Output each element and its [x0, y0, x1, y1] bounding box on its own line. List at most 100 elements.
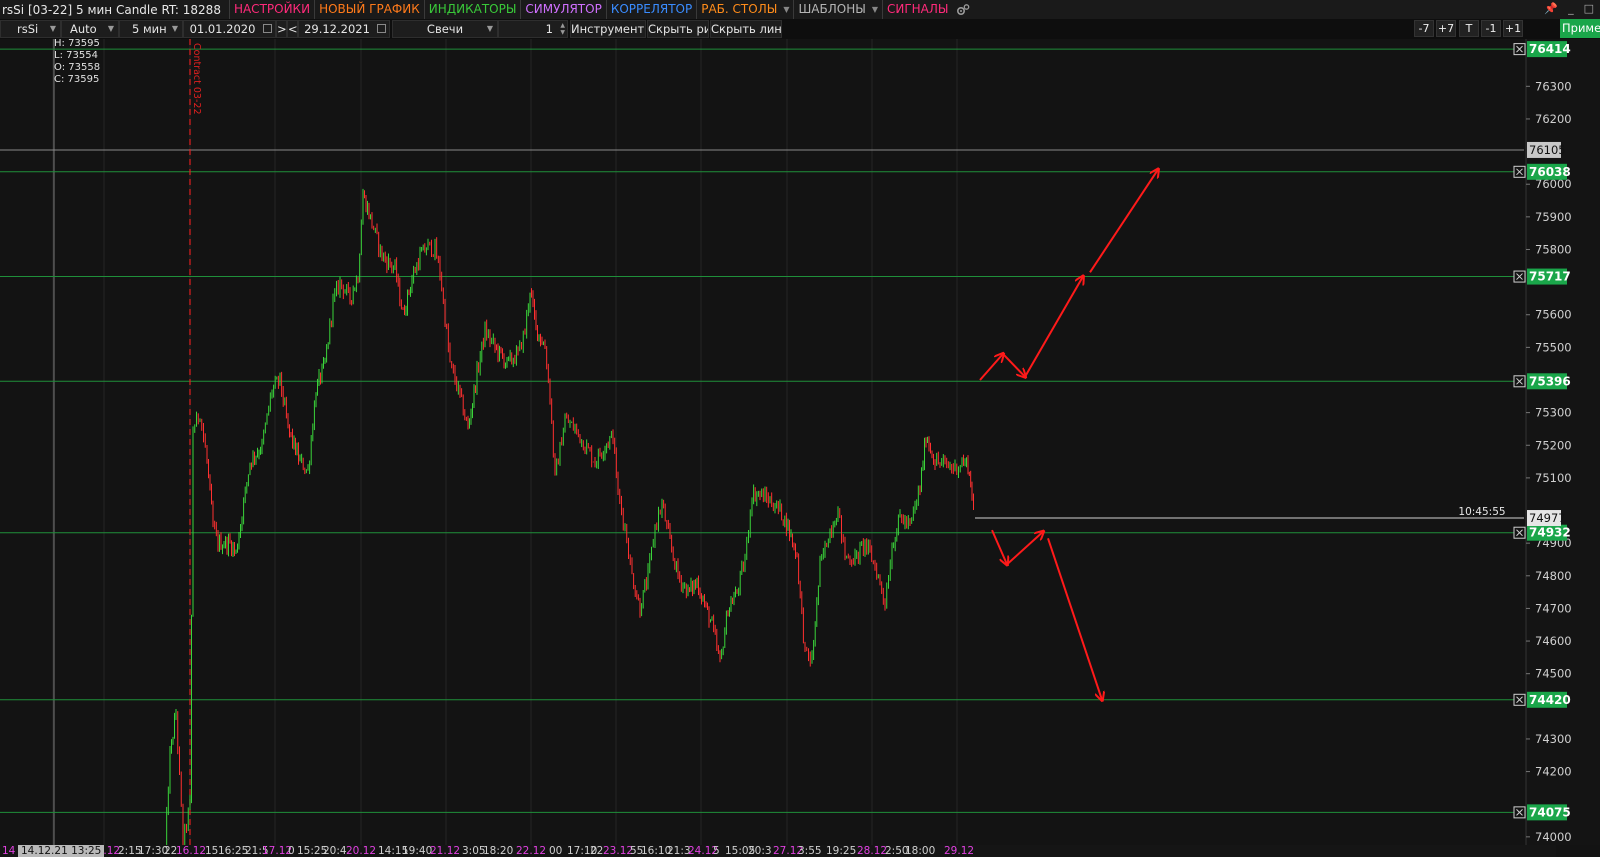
level-label: 75717: [1529, 270, 1571, 284]
time-label: 20:3: [748, 845, 772, 857]
price-tick-label: 74800: [1535, 569, 1572, 583]
time-label: 0: [288, 845, 295, 857]
window-controls: 📌 _ □: [1544, 0, 1594, 17]
time-label: 3:55: [798, 845, 822, 857]
time-label: 19:25: [826, 845, 857, 857]
time-label: 16.12: [176, 845, 207, 857]
plus1-button[interactable]: +1: [1503, 20, 1523, 37]
price-tick-label: 75300: [1535, 406, 1572, 420]
low-value: L: 73554: [54, 50, 98, 61]
symbol-select[interactable]: rsSi ▼: [0, 20, 61, 38]
count-stepper[interactable]: 1 ▲ ▼: [498, 20, 568, 38]
time-label: 21.12: [430, 845, 461, 857]
plus7-button[interactable]: +7: [1436, 20, 1456, 37]
hide-drawings-button[interactable]: Скрыть рис.: [647, 20, 709, 38]
price-tick-label: 75600: [1535, 308, 1572, 322]
price-tick-label: 74000: [1535, 830, 1572, 844]
stepper-arrows-icon[interactable]: ▲ ▼: [560, 22, 565, 36]
minus1-button[interactable]: -1: [1481, 20, 1501, 37]
time-label: 19:40: [402, 845, 433, 857]
close-level-icon: [1513, 375, 1526, 388]
arrow-annotation: [1047, 537, 1102, 700]
last-price-label: 74977: [1529, 511, 1566, 525]
time-label: 29.12: [944, 845, 975, 857]
time-label: 23.12: [603, 845, 634, 857]
pin-icon[interactable]: 📌: [1544, 0, 1558, 17]
arrow-annotation: [979, 354, 1003, 381]
price-tick-label: 75900: [1535, 210, 1572, 224]
apply-button[interactable]: Применить: [1560, 19, 1600, 38]
chevron-down-icon: ▼: [107, 24, 114, 33]
chevron-down-icon: ▼: [49, 24, 56, 33]
gray-level-label: 76105: [1529, 143, 1566, 157]
candles: [166, 188, 974, 845]
price-tick-label: 76200: [1535, 112, 1572, 126]
arrow-annotation: [1006, 532, 1043, 566]
price-tick-label: 75200: [1535, 438, 1572, 452]
app-title: rsSi [03-22] 5 мин Candle RT: 18288: [2, 2, 221, 17]
timeframe-select[interactable]: 5 мин ▼: [119, 20, 183, 38]
level-label: 74075: [1529, 805, 1571, 819]
price-chart[interactable]: 10:45:55Contract 03-22 76300762007600075…: [0, 39, 1600, 845]
price-tick-label: 76300: [1535, 79, 1572, 93]
close-level-icon: [1513, 270, 1526, 283]
chart-type-select[interactable]: Свечи ▼: [392, 20, 498, 38]
arrow-annotation: [1089, 170, 1158, 273]
time-label: 20.12: [346, 845, 377, 857]
calendar-icon[interactable]: [377, 24, 386, 33]
instruments-button[interactable]: Инструменты: [570, 20, 646, 38]
arrow-annotation: [1024, 277, 1083, 378]
chevron-down-icon: ▼: [486, 24, 493, 33]
menu-item[interactable]: ИНДИКАТОРЫ: [423, 0, 521, 19]
menu-item[interactable]: СИМУЛЯТОР: [520, 0, 605, 19]
hide-lines-button[interactable]: Скрыть линии: [710, 20, 782, 38]
time-axis: 14 15.12 2:15 17:30 22 16.12 15 16:25 21:5 17.12 0…: [0, 845, 1556, 857]
date-to-input[interactable]: 29.12.2021: [298, 20, 390, 38]
main-menu: НАСТРОЙКИ НОВЫЙ ГРАФИК ИНДИКАТОРЫ СИМУЛЯТОР…: [228, 0, 953, 19]
chevron-down-icon: ▼: [783, 5, 790, 14]
time-label: 20:4: [323, 845, 347, 857]
level-lines: 10:45:55 Contract 03-22: [0, 39, 1526, 845]
last-price-time: 10:45:55: [1458, 506, 1505, 518]
menu-item[interactable]: КОРРЕЛЯТОР: [605, 0, 696, 19]
price-tick-label: 74300: [1535, 732, 1572, 746]
calendar-icon[interactable]: [263, 24, 272, 33]
t-button[interactable]: T: [1459, 20, 1479, 37]
arrow-annotation: [1002, 353, 1025, 377]
time-label: 14: [2, 845, 16, 857]
chart-grid: [52, 39, 958, 845]
title-bar: rsSi [03-22] 5 мин Candle RT: 18288 НАСТ…: [0, 0, 1600, 19]
minus7-button[interactable]: -7: [1414, 20, 1434, 37]
gears-icon[interactable]: [956, 3, 970, 17]
price-tick-label: 75100: [1535, 471, 1572, 485]
price-axis: 7630076200760007590075800756007550075300…: [1525, 39, 1600, 845]
close-level-icon: [1513, 43, 1526, 56]
menu-item[interactable]: РАБ. СТОЛЫ ▼: [696, 0, 793, 19]
level-label: 76038: [1529, 165, 1571, 179]
maximize-icon[interactable]: □: [1584, 0, 1594, 17]
date-from-input[interactable]: 01.01.2020: [183, 20, 276, 38]
time-label: 18:20: [483, 845, 514, 857]
time-label: 5: [713, 845, 720, 857]
contract-marker-label: Contract 03-22: [191, 43, 202, 115]
scale-select[interactable]: Auto ▼: [61, 20, 119, 38]
ohlc-readout: H: 73595 L: 73554 O: 73558 C: 73595: [54, 38, 100, 86]
level-label: 76414: [1529, 42, 1571, 56]
next-date-button[interactable]: >: [276, 20, 287, 38]
price-tick-label: 74500: [1535, 667, 1572, 681]
price-tick-label: 75500: [1535, 340, 1572, 354]
menu-item[interactable]: НАСТРОЙКИ: [228, 0, 314, 19]
high-value: H: 73595: [54, 38, 100, 49]
open-value: O: 73558: [54, 62, 101, 73]
menu-item[interactable]: СИГНАЛЫ: [881, 0, 953, 19]
menu-item[interactable]: НОВЫЙ ГРАФИК: [314, 0, 424, 19]
close-level-icon: [1513, 806, 1526, 819]
level-label: 75396: [1529, 374, 1571, 388]
close-level-icon: [1513, 526, 1526, 539]
chart-toolbar: rsSi ▼ Auto ▼ 5 мин ▼ 01.01.2020 > < 29.12.…: [0, 19, 1600, 39]
menu-item[interactable]: ШАБЛОНЫ ▼: [793, 0, 882, 19]
price-tick-label: 74700: [1535, 601, 1572, 615]
prev-date-button[interactable]: <: [287, 20, 298, 38]
minimize-icon[interactable]: _: [1568, 0, 1574, 17]
price-tick-label: 75800: [1535, 242, 1572, 256]
